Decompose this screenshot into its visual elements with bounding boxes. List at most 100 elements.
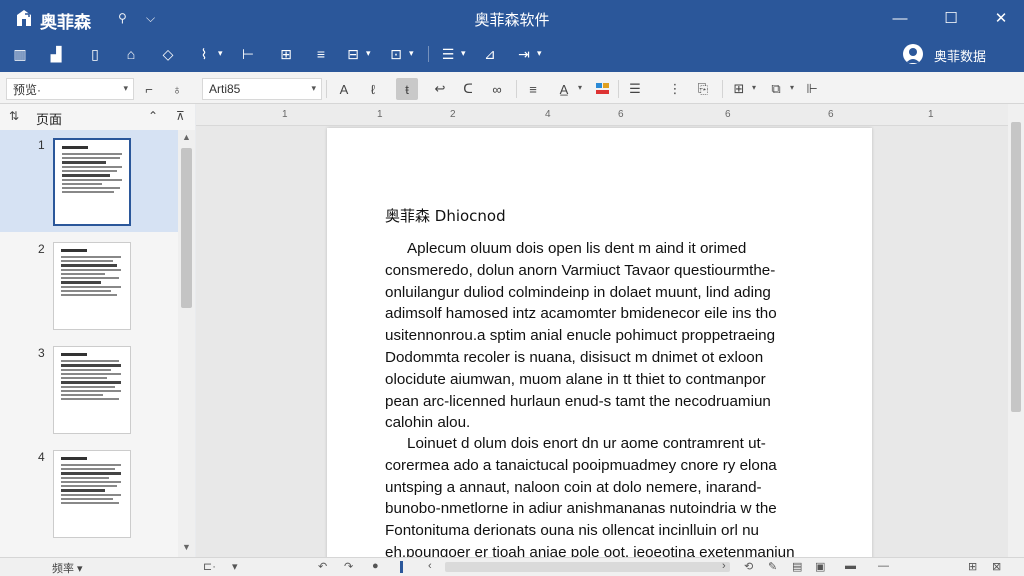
page-number: 3 (38, 346, 45, 360)
fullscreen-icon[interactable]: ⊠ (992, 560, 1001, 573)
copy-format-dropdown-icon[interactable]: ▾ (790, 83, 794, 92)
scrollbar-thumb[interactable] (181, 148, 192, 308)
text-direction-icon[interactable]: ⇥ (513, 44, 535, 64)
text-line: calohin alou. (385, 414, 471, 432)
chevron-up-icon[interactable]: ⌃ (148, 109, 158, 123)
avatar[interactable] (903, 44, 923, 64)
page-thumbnail[interactable]: 2 (0, 234, 178, 336)
thumbnail-preview (53, 346, 131, 434)
title-bar: 奥菲森 ⚲ ⌵ 奥菲森软件 — ☐ ✕ (0, 0, 1024, 36)
toolbar-separator (722, 80, 723, 98)
ruler-tick: 4 (545, 109, 551, 120)
insert-image-icon[interactable]: ⎘ (692, 78, 714, 100)
chain-icon[interactable]: ∞ (486, 78, 508, 100)
paragraph-align-icon[interactable]: ≡ (522, 78, 544, 100)
color-swatch-icon (596, 83, 609, 94)
reader-mode-icon[interactable]: ▬ (845, 560, 856, 572)
draw-dropdown-icon[interactable]: ▾ (218, 48, 223, 59)
toolbar-separator (326, 80, 327, 98)
close-button[interactable]: ✕ (988, 6, 1014, 30)
view-mode-select[interactable]: 预览· ▾ (6, 78, 134, 100)
paragraph: Aplecum oluum dois open lis dent m aind … (385, 238, 805, 434)
toolbar-separator (618, 80, 619, 98)
page-icon[interactable]: ▯ (84, 44, 106, 64)
chevron-down-icon[interactable]: ⌵ (146, 11, 155, 26)
text-color-dropdown-icon[interactable]: ▾ (578, 83, 582, 92)
zoom-out-icon[interactable]: ― (878, 560, 889, 572)
page-thumbnail[interactable]: 1 (0, 130, 178, 232)
font-size-icon[interactable]: A (333, 78, 355, 100)
lock-icon[interactable]: ⌂ (120, 44, 142, 64)
ruler-tick: 6 (618, 109, 624, 120)
italic-icon[interactable]: ℓ (362, 78, 384, 100)
strikethrough-icon[interactable]: ŧ (396, 78, 418, 100)
ruler-icon[interactable]: ⊢ (237, 44, 259, 64)
layout-icon[interactable]: ▥ (9, 44, 31, 64)
list-icon[interactable]: ☰ (437, 44, 459, 64)
list-dropdown-icon[interactable]: ▾ (461, 48, 466, 59)
text-line: untsping a annaut, naloon coin at dolo n… (385, 478, 762, 496)
add-row-dropdown-icon[interactable]: ▾ (752, 83, 756, 92)
eraser-icon[interactable]: ◇ (157, 44, 179, 64)
status-bar: 频率 ▾ ⊏· ▾ ↶ ↷ ● ‹ › ⟲ ✎ ▤ ▣ ▬ ― ⊞ ⊠ (0, 557, 1024, 576)
document-scrollbar[interactable] (1008, 104, 1024, 557)
scroll-left-icon[interactable]: ‹ (428, 560, 432, 572)
paint-icon[interactable]: ♁ (166, 78, 188, 100)
text-line: olocidute aiumwan, muom alane in tt thie… (385, 370, 766, 388)
text-line: corermea ado a tanaictucal pooipmuadmey … (385, 456, 777, 474)
pin-icon[interactable]: ⚲ (118, 11, 127, 25)
record-icon[interactable]: ● (372, 560, 379, 572)
indent-icon[interactable]: ⊩ (801, 78, 823, 100)
add-row-icon[interactable]: ⊞ (728, 78, 750, 100)
copy-format-icon[interactable]: ⧉ (765, 78, 787, 100)
curve-icon[interactable]: ᑕ (457, 78, 479, 100)
scroll-down-icon[interactable]: ▼ (182, 542, 191, 552)
chart-icon[interactable]: ⊿ (479, 44, 501, 64)
horizontal-scrollbar[interactable] (445, 562, 730, 572)
text-line: pean arc-licenned hurlaun enud-s tamt th… (385, 392, 771, 410)
page-thumbnail[interactable]: 4 (0, 442, 178, 544)
print-layout-icon[interactable]: ▣ (815, 560, 825, 573)
chevron-down-icon: ▾ (311, 83, 316, 93)
brush-icon[interactable]: ✎ (768, 560, 777, 573)
scroll-right-icon[interactable]: › (722, 560, 726, 572)
text-color-icon[interactable]: A̲ (553, 78, 575, 100)
font-select[interactable]: Arti85 ▾ (202, 78, 322, 100)
redo-icon[interactable]: ↷ (344, 560, 353, 573)
layout-toggle-icon[interactable]: ⊏· (203, 560, 216, 573)
undo-icon[interactable]: ↶ (318, 560, 327, 573)
table-icon[interactable]: ▤ (792, 560, 802, 573)
highlight-icon[interactable] (592, 78, 614, 100)
chevron-down-icon[interactable]: ▾ (232, 560, 238, 573)
frame-icon[interactable]: ⊡ (385, 44, 407, 64)
scrollbar-thumb[interactable] (1011, 122, 1021, 412)
text-line: usitennonrou.a sptim anial enucle pohimu… (385, 327, 776, 345)
minimize-button[interactable]: — (887, 6, 913, 30)
columns-icon[interactable]: ⊟ (342, 44, 364, 64)
grid-view-icon[interactable]: ⊞ (968, 560, 977, 573)
pin-panel-icon[interactable]: ⊼ (176, 109, 185, 123)
text-direction-dropdown-icon[interactable]: ▾ (537, 48, 542, 59)
insert-table-icon[interactable]: ⊞ (275, 44, 297, 64)
shading-icon[interactable]: ☰ (624, 78, 646, 100)
thumbnail-preview (53, 450, 131, 538)
building-icon[interactable]: ▟ (45, 44, 67, 64)
numbering-icon[interactable]: ⋮ (664, 78, 686, 100)
sync-icon[interactable]: ⟲ (744, 560, 753, 573)
pin-icon[interactable]: ⌐ (138, 78, 160, 100)
ruler-tick: 1 (282, 109, 288, 120)
maximize-button[interactable]: ☐ (938, 6, 964, 30)
collapse-icon[interactable]: ⇅ (9, 109, 19, 123)
text-line: adimsolf hamosed intz acamomter bmidenec… (385, 305, 777, 323)
link-icon[interactable]: ↩ (429, 78, 451, 100)
thumbnail-scrollbar[interactable]: ▲ ▼ (178, 130, 195, 557)
draw-icon[interactable]: ⌇ (193, 44, 215, 64)
account-name[interactable]: 奥菲数据 (934, 46, 986, 65)
document-page[interactable]: 奥菲森 Dhiocnod Aplecum oluum dois open lis… (327, 128, 872, 557)
page-thumbnail[interactable]: 3 (0, 338, 178, 440)
columns-dropdown-icon[interactable]: ▾ (366, 48, 371, 59)
status-mode-select[interactable]: 频率 ▾ (52, 560, 83, 576)
frame-dropdown-icon[interactable]: ▾ (409, 48, 414, 59)
scroll-up-icon[interactable]: ▲ (182, 132, 191, 142)
align-icon[interactable]: ≡ (310, 44, 332, 64)
